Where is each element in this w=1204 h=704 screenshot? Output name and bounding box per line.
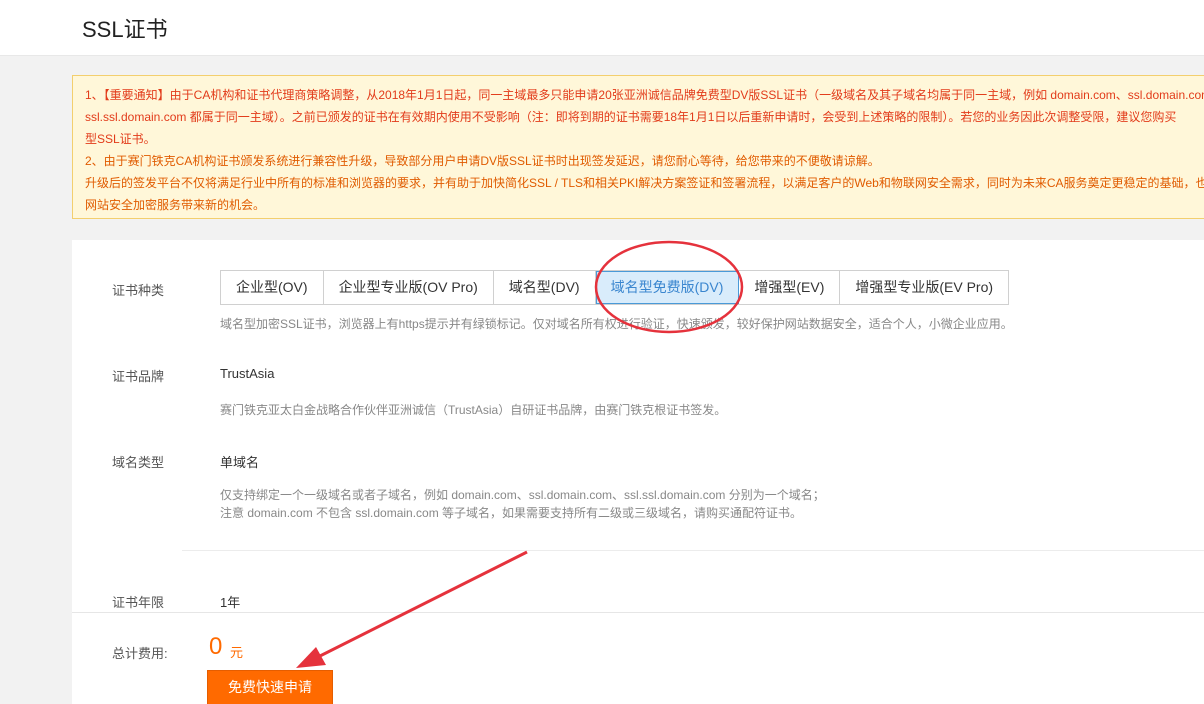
section-divider — [182, 550, 1204, 551]
notice-box: 1、【重要通知】由于CA机构和证书代理商策略调整，从2018年1月1日起，同一主… — [72, 75, 1204, 219]
total-price: 0 — [209, 633, 223, 660]
notice-line: 2、由于赛门铁克CA机构证书颁发系统进行兼容性升级，导致部分用户申请DV版SSL… — [85, 154, 880, 168]
domain-type-value: 单域名 — [220, 455, 260, 470]
page-header: SSL证书 — [0, 0, 1204, 56]
notice-line: 网站安全加密服务带来新的机会。 — [85, 198, 266, 212]
notice-line: ssl.ssl.domain.com 都属于同一主域）。之前已颁发的证书在有效期… — [85, 110, 1177, 124]
term-label: 证书年限 — [112, 595, 165, 610]
domain-type-label: 域名类型 — [112, 455, 165, 470]
tab-dv[interactable]: 域名型(DV) — [493, 271, 596, 304]
brand-value: TrustAsia — [220, 366, 275, 381]
brand-label: 证书品牌 — [112, 369, 165, 384]
tab-ov-pro[interactable]: 企业型专业版(OV Pro) — [323, 271, 494, 304]
tab-dv-free[interactable]: 域名型免费版(DV) — [595, 271, 740, 304]
tab-ov[interactable]: 企业型(OV) — [221, 271, 324, 304]
notice-line: 型SSL证书。 — [85, 132, 156, 146]
tab-ev-pro[interactable]: 增强型专业版(EV Pro) — [840, 271, 1009, 304]
total-label: 总计费用: — [112, 646, 168, 661]
domain-type-desc-1: 仅支持绑定一个一级域名或者子域名，例如 domain.com、ssl.domai… — [220, 488, 825, 502]
notice-line: 1、【重要通知】由于CA机构和证书代理商策略调整，从2018年1月1日起，同一主… — [85, 88, 1204, 102]
order-footer: 总计费用: 0 元 免费快速申请 — [72, 612, 1204, 704]
brand-desc: 赛门铁克亚太白金战略合作伙伴亚洲诚信（TrustAsia）自研证书品牌，由赛门铁… — [220, 403, 727, 417]
price-unit: 元 — [230, 645, 244, 660]
cert-type-tabs: 企业型(OV) 企业型专业版(OV Pro) 域名型(DV) 域名型免费版(DV… — [220, 270, 1010, 305]
tab-ev[interactable]: 增强型(EV) — [739, 271, 841, 304]
cert-type-desc: 域名型加密SSL证书，浏览器上有https提示并有绿锁标记。仅对域名所有权进行验… — [220, 317, 1013, 331]
notice-line: 升级后的签发平台不仅将满足行业中所有的标准和浏览器的要求，并有助于加快简化SSL… — [85, 176, 1204, 190]
cert-type-label: 证书种类 — [112, 283, 165, 298]
term-value: 1年 — [220, 595, 241, 610]
page-title: SSL证书 — [82, 17, 168, 42]
domain-type-desc-2: 注意 domain.com 不包含 ssl.domain.com 等子域名，如果… — [220, 506, 803, 520]
free-apply-button[interactable]: 免费快速申请 — [207, 670, 333, 704]
